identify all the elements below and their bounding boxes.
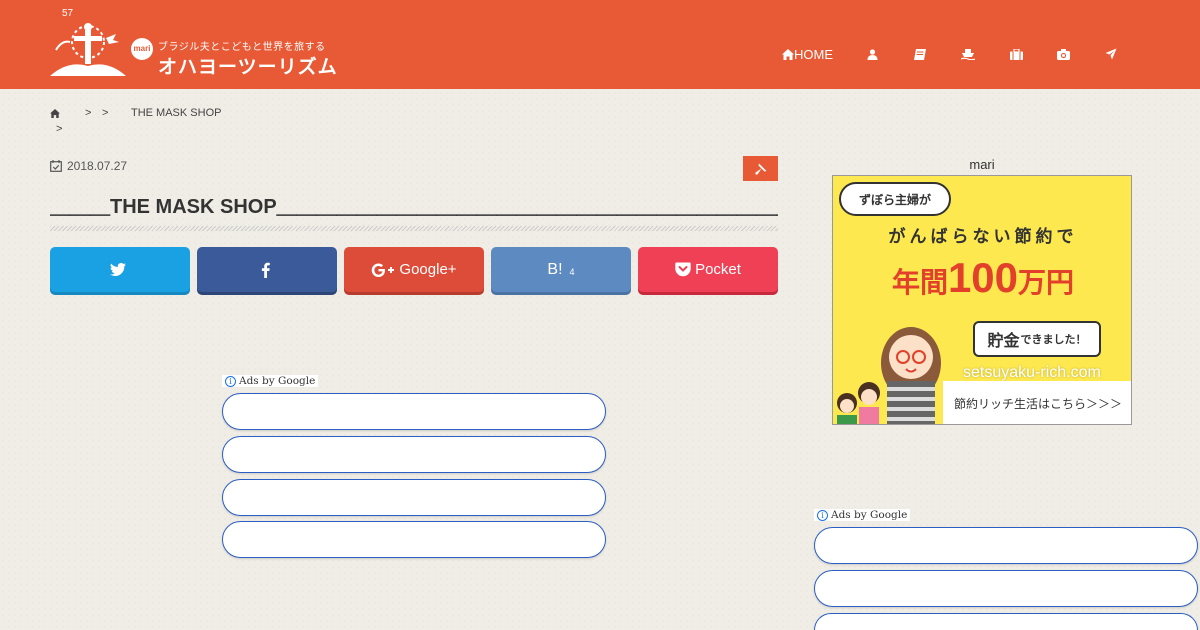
sidebar-banner-ad[interactable]: ずぼら主婦が がんばらない節約で 年間100万円 貯金 できました！ setsu… <box>832 175 1132 425</box>
calendar-check-icon <box>50 160 62 172</box>
nav-blog[interactable] <box>914 44 926 64</box>
suitcase-icon <box>1010 48 1023 60</box>
breadcrumb-separator: > <box>56 123 63 135</box>
site-header: 57 mari ブラジル夫とこどもと世界を旅する オハヨーツーリズム HOME <box>0 0 1200 89</box>
ad-link-1[interactable] <box>222 393 606 430</box>
share-twitter-button[interactable] <box>50 247 190 292</box>
plane-icon <box>1105 48 1117 60</box>
ads-label-text: Ads by Google <box>239 375 316 387</box>
post-date: 2018.07.27 <box>50 159 127 173</box>
banner-headline-a: 年間 <box>891 267 948 298</box>
share-pocket-label: Pocket <box>695 261 741 278</box>
visit-counter: 57 <box>62 8 74 19</box>
ad-link-3[interactable] <box>222 479 606 516</box>
sidebar-ad-link-3[interactable] <box>814 613 1198 630</box>
share-facebook-button[interactable] <box>197 247 337 292</box>
share-hatena-count: 4 <box>569 266 575 277</box>
banner-url: setsuyaku-rich.com <box>963 364 1101 381</box>
share-pocket-button[interactable]: Pocket <box>638 247 778 292</box>
sidebar-ad-link-1[interactable] <box>814 527 1198 564</box>
banner-speech-a: 貯金 <box>987 333 1020 350</box>
ad-link-4[interactable] <box>222 521 606 558</box>
banner-footer-bar: 節約リッチ生活はこちら＞＞＞ <box>943 381 1131 424</box>
ads-by-google-label[interactable]: i Ads by Google <box>222 375 319 387</box>
nav-cruise[interactable] <box>961 44 975 64</box>
info-icon: i <box>225 375 236 387</box>
sidebar-ad-link-2[interactable] <box>814 570 1198 607</box>
logo-title: オハヨーツーリズム <box>158 57 338 78</box>
camera-icon <box>1057 48 1070 60</box>
facebook-icon <box>261 262 270 278</box>
nav-profile[interactable] <box>867 44 878 64</box>
banner-bubble-text: ずぼら主婦が <box>858 192 931 207</box>
sidebar-title: mari <box>969 157 995 172</box>
share-hatena-label: B! <box>547 260 563 278</box>
ship-icon <box>961 49 975 60</box>
category-badge[interactable] <box>743 156 778 181</box>
google-plus-icon <box>372 263 395 277</box>
title-divider <box>50 226 778 231</box>
book-icon <box>914 48 926 60</box>
logo-tagline: ブラジル夫とこどもと世界を旅する <box>158 42 326 53</box>
share-google-button[interactable]: Google+ <box>344 247 484 292</box>
post-title: ＿＿＿THE MASK SHOP＿＿＿＿＿＿＿＿＿＿＿＿＿＿＿＿＿＿＿＿＿＿＿＿… <box>50 196 778 218</box>
sidebar-ads-by-google-label[interactable]: i Ads by Google <box>814 509 911 521</box>
nav-home[interactable]: HOME <box>782 44 833 64</box>
info-icon: i <box>817 509 828 521</box>
banner-headline: 年間100万円 <box>833 254 1131 302</box>
banner-bubble: ずぼら主婦が <box>839 182 951 216</box>
twitter-icon <box>110 263 126 276</box>
breadcrumb-separator: > <box>85 107 92 119</box>
pocket-icon <box>675 262 691 277</box>
pushpin-icon <box>755 163 766 174</box>
banner-headline-b: 100 <box>947 254 1019 301</box>
ad-link-2[interactable] <box>222 436 606 473</box>
banner-line1: がんばらない節約で <box>888 227 1078 246</box>
logo-mari-badge: mari <box>131 38 153 60</box>
share-google-label: Google+ <box>399 261 457 278</box>
user-icon <box>867 48 878 60</box>
nav-flight[interactable] <box>1105 44 1117 64</box>
banner-footer-text: 節約リッチ生活はこちら＞＞＞ <box>953 397 1122 411</box>
home-icon <box>782 48 794 60</box>
breadcrumb-home-icon[interactable] <box>50 109 60 118</box>
logo-emblem-icon <box>50 23 126 76</box>
banner-speech: 貯金 できました！ <box>973 321 1101 357</box>
post-date-text: 2018.07.27 <box>67 159 128 173</box>
banner-headline-c: 万円 <box>1018 267 1075 298</box>
breadcrumb-separator: > <box>102 107 109 119</box>
nav-travel[interactable] <box>1010 44 1023 64</box>
nav-home-label: HOME <box>794 46 833 62</box>
sidebar-ads-label-text: Ads by Google <box>831 509 908 521</box>
banner-speech-b: できました！ <box>1020 334 1087 346</box>
share-hatena-button[interactable]: B! 4 <box>491 247 631 292</box>
breadcrumb-current[interactable]: THE MASK SHOP <box>131 107 221 119</box>
nav-photo[interactable] <box>1057 44 1070 64</box>
